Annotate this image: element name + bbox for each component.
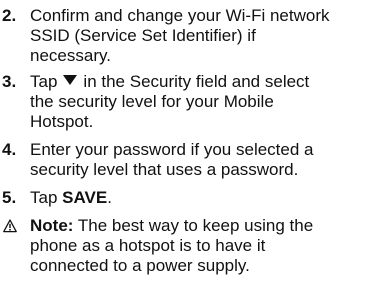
step-text-suffix: . (107, 188, 112, 207)
step-text-before-icon: Tap (30, 72, 58, 91)
step-line: SSID (Service Set Identifier) if (30, 26, 256, 45)
note-line: connected to a power supply. (30, 256, 250, 275)
step-number: 4. (2, 140, 17, 159)
step-number: 2. (2, 6, 17, 25)
step-text: Tap SAVE. (30, 188, 385, 208)
step-text: Tap in the Security field and select the … (30, 72, 385, 132)
step-number: 3. (2, 72, 17, 91)
step-line: Enter your password if you selected a (30, 140, 314, 159)
instruction-list: 2. Confirm and change your Wi-Fi network… (0, 0, 391, 303)
step-text-after-icon: in the Security field and select (83, 72, 310, 91)
note-text: Note: The best way to keep using the pho… (30, 216, 385, 276)
step-line: necessary. (30, 46, 111, 65)
step-text-prefix: Tap (30, 188, 63, 207)
note-line: Note: The best way to keep using the (30, 216, 385, 236)
step-line: Hotspot. (30, 112, 94, 131)
step-text: Confirm and change your Wi-Fi network SS… (30, 6, 385, 66)
dropdown-triangle-icon (63, 75, 78, 85)
step-line: Confirm and change your Wi-Fi network (30, 6, 330, 25)
step-line: the security level for your Mobile (30, 92, 274, 111)
note-line-text: The best way to keep using the (73, 216, 314, 235)
warning-triangle-icon (3, 219, 17, 233)
step-line: security level that uses a password. (30, 160, 299, 179)
note-label: Note: (30, 216, 74, 235)
step-text: Enter your password if you selected a se… (30, 140, 385, 180)
step-line: Tap in the Security field and select (30, 72, 385, 92)
save-action-label: SAVE (62, 188, 108, 207)
note-line: phone as a hotspot is to have it (30, 236, 266, 255)
step-number: 5. (2, 188, 17, 207)
